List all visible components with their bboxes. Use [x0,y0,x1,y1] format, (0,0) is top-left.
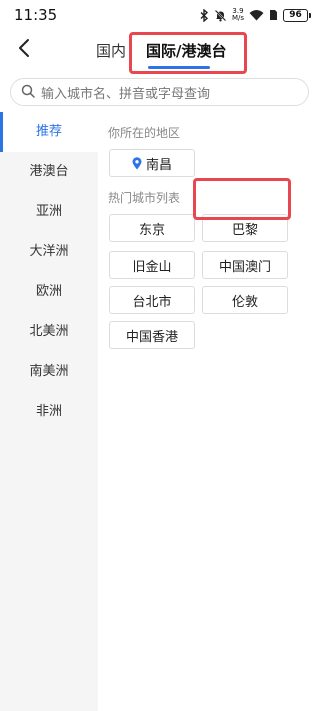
sidebar-item-north-america[interactable]: 北美洲 [0,312,98,352]
sidebar-item-recommend[interactable]: 推荐 [0,112,98,152]
sidebar-item-asia[interactable]: 亚洲 [0,192,98,232]
sidebar-item-label: 欧洲 [35,284,62,299]
header: 国内 国际/港澳台 [0,30,320,72]
sidebar-item-oceania[interactable]: 大洋洲 [0,232,98,272]
city-name: 中国澳门 [218,259,271,275]
city-name: 伦敦 [231,294,258,310]
city-button-taipei[interactable]: 台北市 [109,286,195,314]
net-speed: 3.9 M/s [232,8,244,22]
sidebar-item-label: 大洋洲 [29,244,69,259]
sim-icon [269,9,278,21]
mute-bell-icon [214,9,227,22]
search-input[interactable]: 输入城市名、拼音或字母查询 [10,78,309,106]
current-location-button[interactable]: 南昌 [109,149,195,177]
city-name: 旧金山 [132,259,172,275]
tab-international[interactable]: 国际/港澳台 [146,40,226,61]
back-button[interactable] [12,38,36,62]
sidebar-active-indicator [0,112,3,152]
city-button-paris[interactable]: 巴黎 [202,214,288,242]
status-bar: 11:35 3.9 M/s 96 [0,0,320,30]
sidebar-item-label: 南美洲 [29,364,69,379]
city-button-london[interactable]: 伦敦 [202,286,288,314]
chevron-left-icon [17,38,31,62]
region-sidebar: 推荐 港澳台 亚洲 大洋洲 欧洲 北美洲 南美洲 非洲 [0,112,98,711]
battery-icon: 96 [283,8,311,22]
location-section-label: 你所在的地区 [108,126,181,140]
sidebar-item-label: 推荐 [35,124,62,139]
city-button-macau[interactable]: 中国澳门 [202,251,288,279]
city-button-hong-kong[interactable]: 中国香港 [109,321,195,349]
city-button-san-francisco[interactable]: 旧金山 [109,251,195,279]
city-button-tokyo[interactable]: 东京 [109,214,195,242]
current-city-name: 南昌 [145,157,172,173]
hot-cities-section-label: 热门城市列表 [108,191,181,205]
sidebar-item-south-america[interactable]: 南美洲 [0,352,98,392]
wifi-icon [249,9,264,21]
city-name: 中国香港 [125,329,178,345]
location-pin-icon [132,156,142,170]
city-name: 巴黎 [231,222,258,238]
status-time: 11:35 [14,6,58,24]
city-name: 台北市 [132,294,172,310]
city-name: 东京 [138,222,165,238]
net-speed-unit: M/s [231,14,244,22]
tab-domestic[interactable]: 国内 [96,40,126,61]
sidebar-item-label: 港澳台 [29,164,69,179]
sidebar-item-label: 亚洲 [35,204,62,219]
sidebar-item-label: 北美洲 [29,324,69,339]
search-placeholder: 输入城市名、拼音或字母查询 [41,86,211,102]
sidebar-item-label: 非洲 [35,404,62,419]
sidebar-item-hk-macau-taiwan[interactable]: 港澳台 [0,152,98,192]
status-icons: 3.9 M/s 96 [200,7,311,23]
sidebar-item-africa[interactable]: 非洲 [0,392,98,432]
search-icon [21,83,35,102]
bluetooth-icon [200,8,209,22]
tab-active-indicator [148,66,210,69]
sidebar-item-europe[interactable]: 欧洲 [0,272,98,312]
